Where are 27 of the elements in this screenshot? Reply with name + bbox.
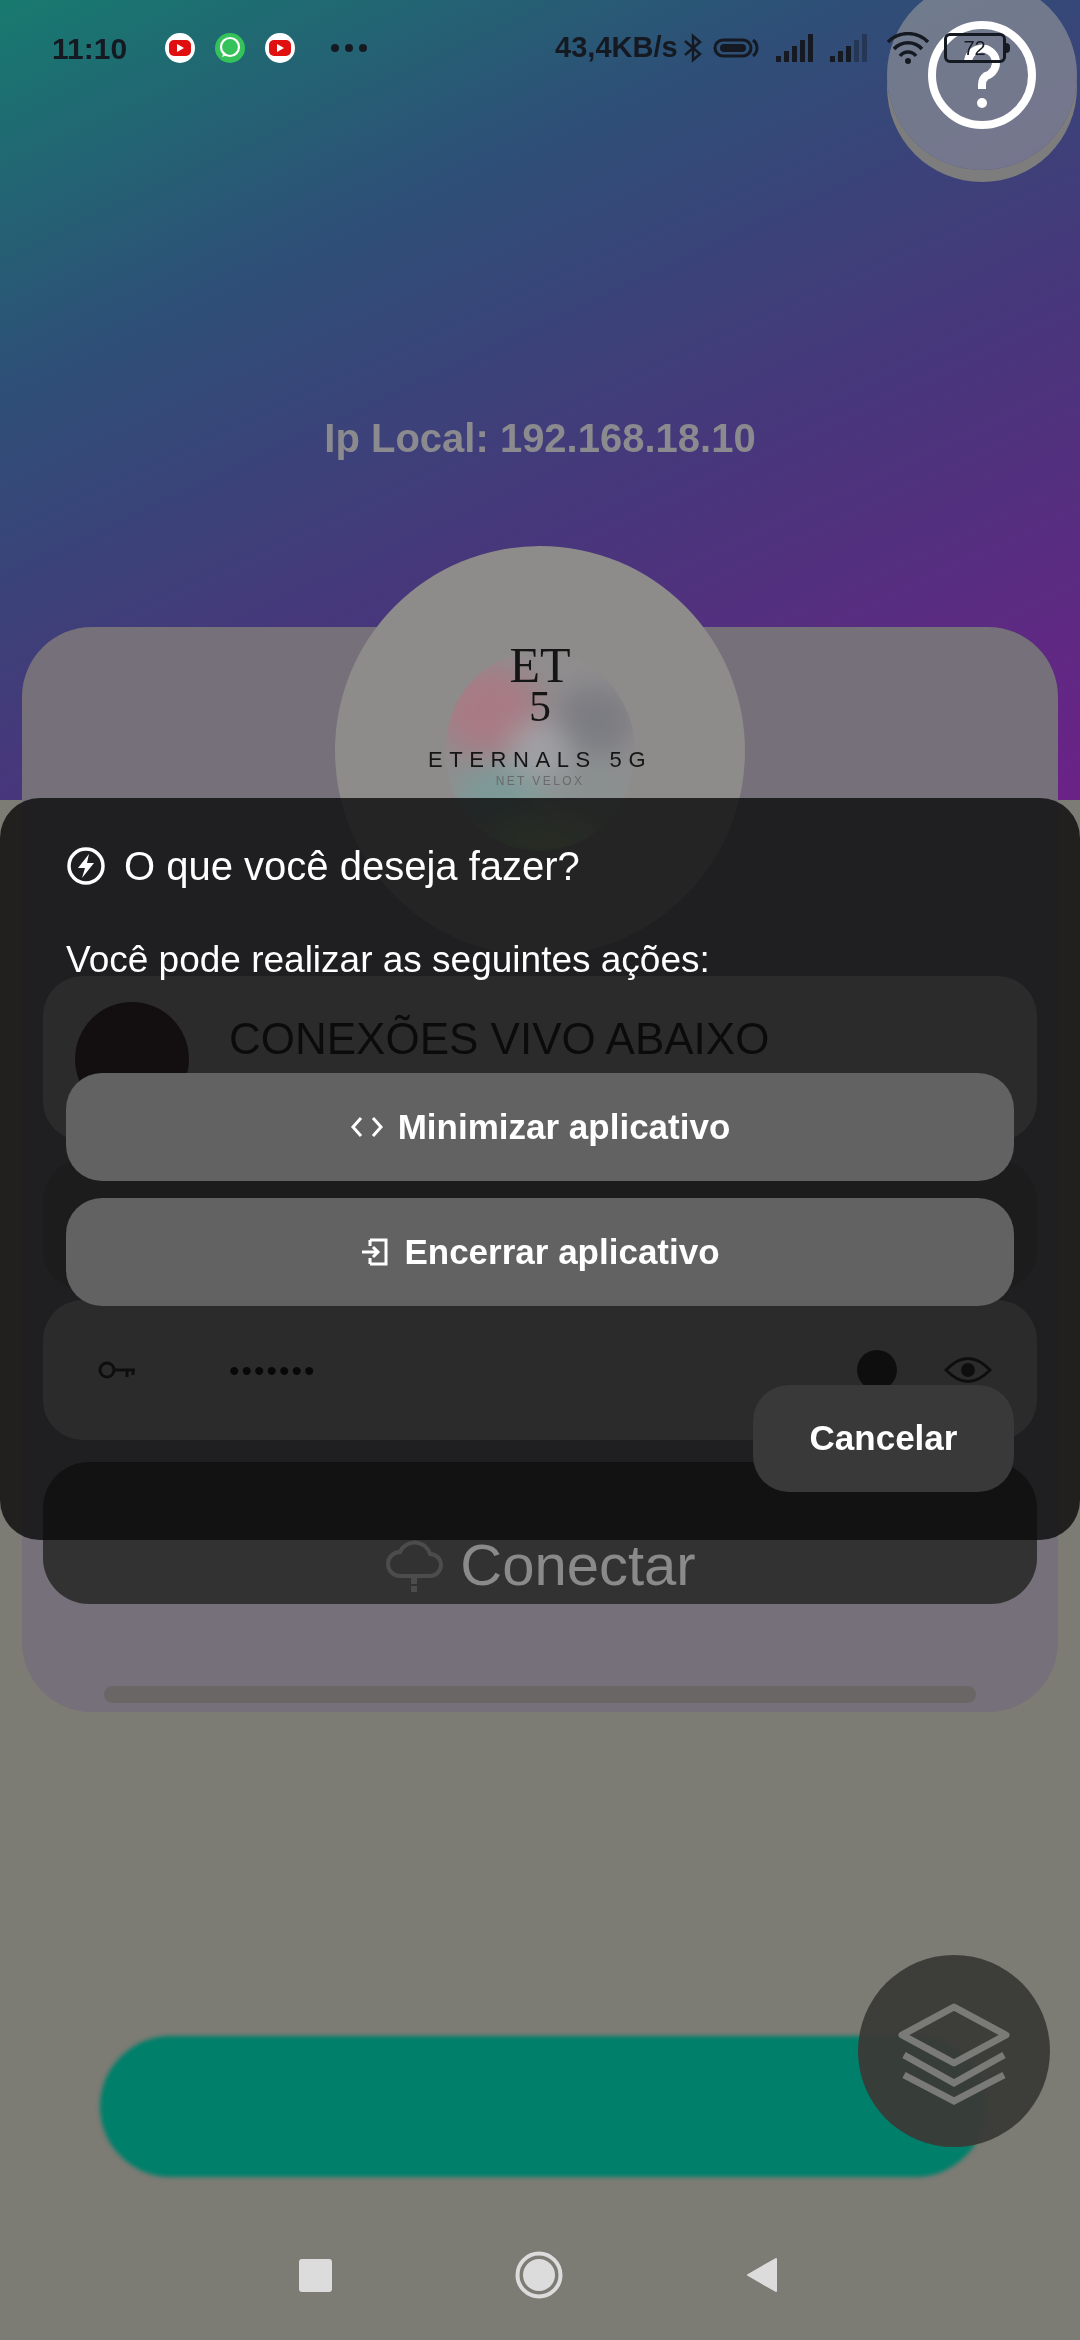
video-app-icon — [165, 33, 196, 63]
network-speed: 43,4KB/s — [555, 30, 678, 66]
more-icon — [331, 44, 368, 52]
cloud-icon — [384, 1538, 445, 1594]
help-icon — [926, 19, 1038, 131]
bolt-icon — [66, 846, 106, 886]
code-icon — [349, 1115, 384, 1139]
video-app-icon — [265, 33, 296, 63]
cancel-button[interactable]: Cancelar — [753, 1385, 1014, 1492]
back-button[interactable] — [746, 2257, 778, 2293]
status-time: 11:10 — [52, 30, 128, 67]
dialog-title: O que você deseja fazer? — [124, 843, 580, 890]
exit-icon — [360, 1237, 391, 1267]
recents-button[interactable] — [299, 2258, 332, 2292]
exit-app-button[interactable]: Encerrar aplicativo — [66, 1198, 1014, 1306]
dialog-message: Você pode realizar as seguintes ações: — [66, 938, 711, 982]
local-ip: Ip Local: 192.168.18.10 — [324, 415, 756, 462]
logo-monogram: 5 — [529, 687, 551, 727]
minimize-app-button[interactable]: Minimizar aplicativo — [66, 1073, 1014, 1181]
signal-icon — [829, 34, 870, 62]
password-value: ••••••• — [229, 1352, 317, 1389]
home-button[interactable] — [515, 2251, 563, 2299]
signal-icon — [775, 34, 816, 62]
logo-monogram: ET — [509, 643, 571, 687]
wifi-icon — [885, 32, 930, 64]
chat-app-icon — [215, 33, 246, 63]
logo-name: ETERNALS 5G — [427, 747, 653, 773]
